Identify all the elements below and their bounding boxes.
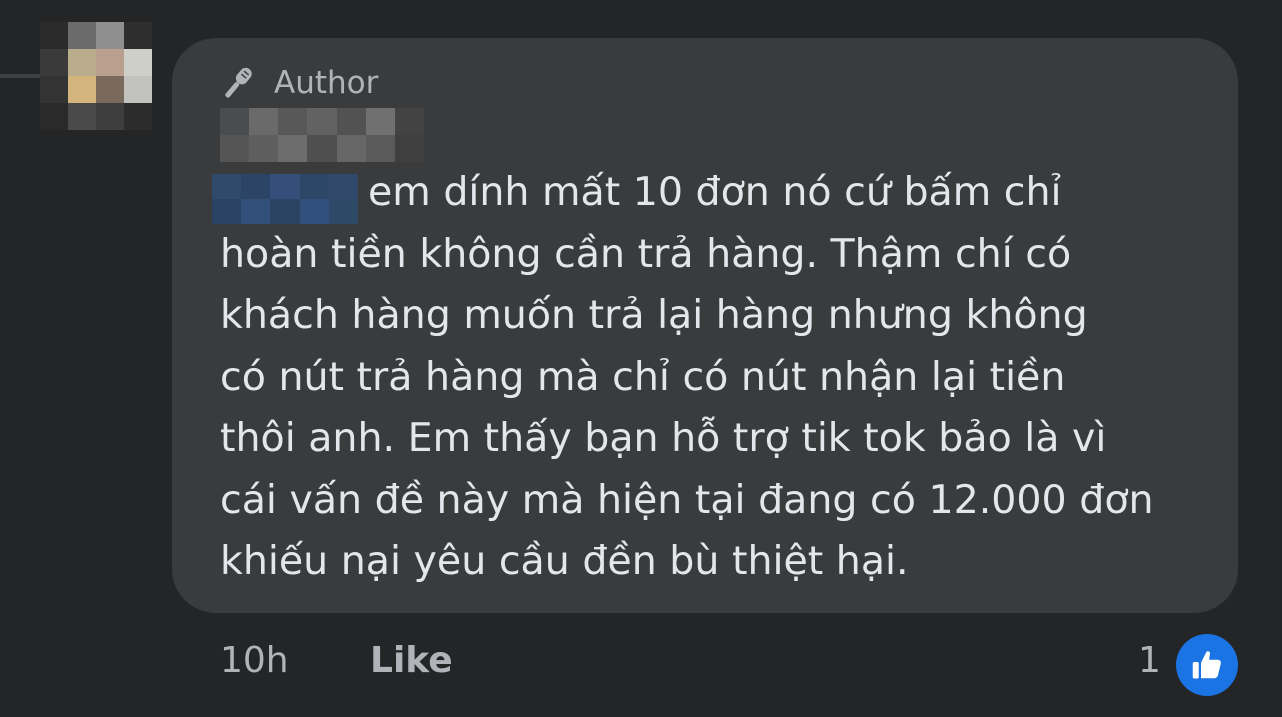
author-name[interactable] xyxy=(220,108,424,162)
microphone-icon xyxy=(225,67,252,98)
comment-line: khách hàng muốn trả lại hàng nhưng không xyxy=(220,292,1088,338)
comment-timestamp[interactable]: 10h xyxy=(220,640,289,681)
comment-line: thôi anh. Em thấy bạn hỗ trợ tik tok bảo… xyxy=(220,415,1107,461)
comment-line: hoàn tiền không cần trả hàng. Thậm chí c… xyxy=(220,230,1072,277)
thumbs-up-icon xyxy=(1192,651,1221,679)
comment-text: em dính mất 10 đơn nó cứ bấm chỉ hoàn ti… xyxy=(220,162,1210,593)
comment-line: khiếu nại yêu cầu đền bù thiệt hại. xyxy=(220,538,909,584)
comment-line: cái vấn đề này mà hiện tại đang có 12.00… xyxy=(220,476,1154,523)
thread-connector-line xyxy=(0,74,40,78)
reaction-count[interactable]: 1 xyxy=(1138,640,1161,681)
comment-line: có nút trả hàng mà chỉ có nút nhận lại t… xyxy=(220,353,1066,400)
comment-line: em dính mất 10 đơn nó cứ bấm chỉ xyxy=(368,169,1062,215)
author-badge: Author xyxy=(218,60,378,106)
author-badge-label: Author xyxy=(274,65,379,101)
reaction-badge[interactable] xyxy=(1176,634,1238,696)
like-button[interactable]: Like xyxy=(370,640,453,681)
avatar[interactable] xyxy=(40,22,152,130)
